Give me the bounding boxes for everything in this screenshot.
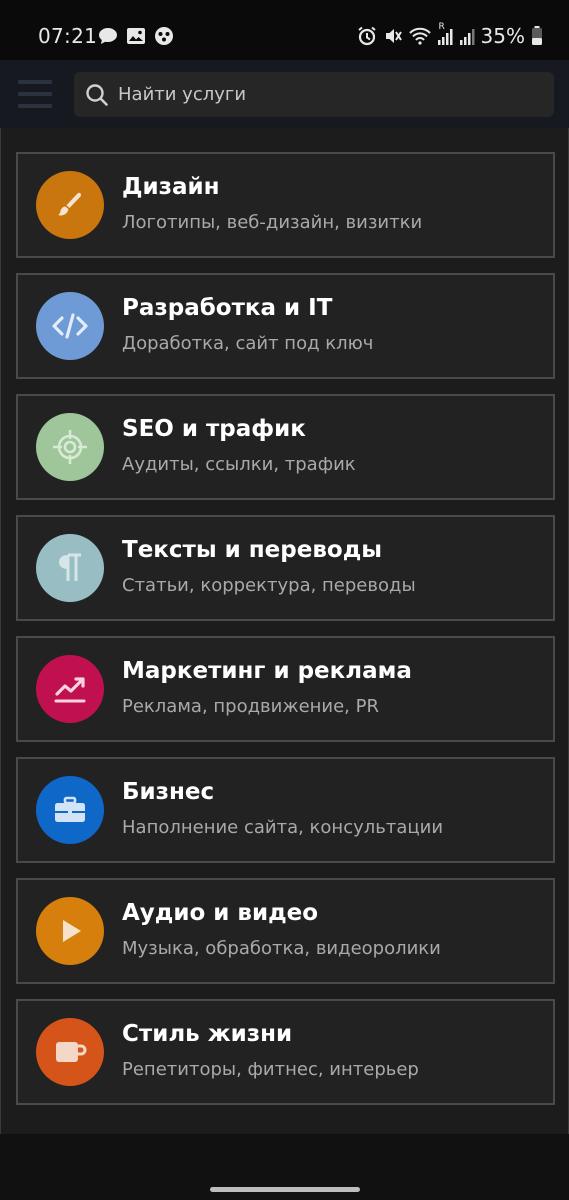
trend-up-icon	[36, 655, 104, 723]
brush-icon	[36, 171, 104, 239]
category-list: Дизайн Логотипы, веб-дизайн, визитки Раз…	[16, 152, 555, 1120]
wifi-icon	[408, 27, 431, 45]
gallery-icon	[126, 27, 146, 45]
category-card-audio-video[interactable]: Аудио и видео Музыка, обработка, видеоро…	[16, 878, 555, 984]
notification-icons	[98, 26, 174, 46]
mug-icon	[36, 1018, 104, 1086]
roaming-label: R	[438, 22, 445, 32]
app-icon	[154, 26, 174, 46]
play-icon	[36, 897, 104, 965]
category-title: Аудио и видео	[122, 900, 319, 926]
search-icon	[86, 83, 108, 106]
status-bar: 07:21 R 35%	[0, 0, 569, 60]
category-card-seo[interactable]: SEO и трафик Аудиты, ссылки, трафик	[16, 394, 555, 500]
category-title: Стиль жизни	[122, 1021, 293, 1047]
category-subtitle: Репетиторы, фитнес, интерьер	[122, 1059, 419, 1080]
battery-percent: 35%	[480, 24, 525, 48]
chat-bubble-icon	[98, 27, 118, 45]
home-indicator[interactable]	[210, 1187, 360, 1192]
category-card-lifestyle[interactable]: Стиль жизни Репетиторы, фитнес, интерьер	[16, 999, 555, 1105]
category-title: Разработка и IT	[122, 295, 333, 321]
category-subtitle: Логотипы, веб-дизайн, визитки	[122, 212, 423, 233]
signal-icon	[459, 26, 475, 46]
category-subtitle: Статьи, корректура, переводы	[122, 575, 416, 596]
category-card-development[interactable]: Разработка и IT Доработка, сайт под ключ	[16, 273, 555, 379]
pilcrow-icon	[36, 534, 104, 602]
category-card-texts[interactable]: Тексты и переводы Статьи, корректура, пе…	[16, 515, 555, 621]
category-card-design[interactable]: Дизайн Логотипы, веб-дизайн, визитки	[16, 152, 555, 258]
signal-roaming-icon: R	[437, 22, 453, 46]
briefcase-icon	[36, 776, 104, 844]
status-time: 07:21	[38, 24, 98, 48]
category-subtitle: Реклама, продвижение, PR	[122, 696, 379, 717]
category-card-business[interactable]: Бизнес Наполнение сайта, консультации	[16, 757, 555, 863]
category-title: Тексты и переводы	[122, 537, 383, 563]
hamburger-menu-icon[interactable]	[18, 80, 54, 108]
mute-icon	[383, 26, 403, 46]
search-placeholder: Найти услуги	[118, 84, 247, 105]
alarm-icon	[357, 26, 377, 46]
category-subtitle: Музыка, обработка, видеоролики	[122, 938, 441, 959]
category-title: SEO и трафик	[122, 416, 306, 442]
app-bar: Найти услуги	[0, 60, 569, 128]
battery-icon	[531, 26, 543, 46]
category-subtitle: Аудиты, ссылки, трафик	[122, 454, 356, 475]
search-input[interactable]: Найти услуги	[74, 72, 554, 117]
target-icon	[36, 413, 104, 481]
category-title: Дизайн	[122, 174, 220, 200]
category-title: Маркетинг и реклама	[122, 658, 412, 684]
category-card-marketing[interactable]: Маркетинг и реклама Реклама, продвижение…	[16, 636, 555, 742]
system-status-icons: R 35%	[357, 22, 543, 48]
code-icon	[36, 292, 104, 360]
category-title: Бизнес	[122, 779, 215, 805]
category-subtitle: Доработка, сайт под ключ	[122, 333, 374, 354]
category-list-container: Дизайн Логотипы, веб-дизайн, визитки Раз…	[0, 128, 569, 1135]
category-subtitle: Наполнение сайта, консультации	[122, 817, 444, 838]
